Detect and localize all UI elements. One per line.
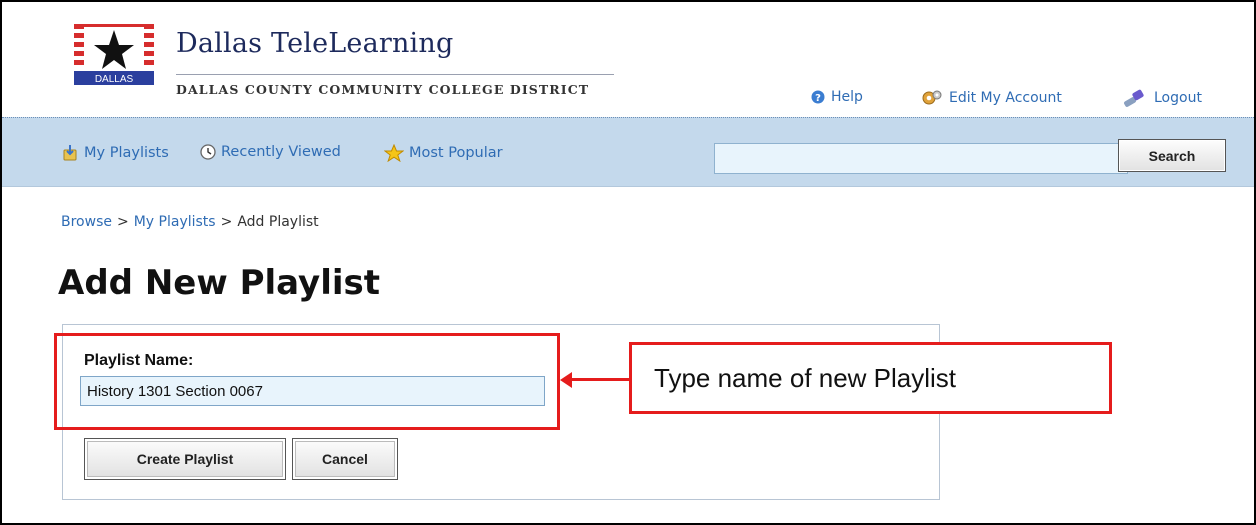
nav-recently-viewed-label: Recently Viewed xyxy=(221,144,341,160)
logout-link[interactable]: Logout xyxy=(1122,89,1202,107)
edit-account-label: Edit My Account xyxy=(949,90,1062,106)
search-input[interactable] xyxy=(714,143,1128,174)
nav-recently-viewed[interactable]: Recently Viewed xyxy=(200,144,341,160)
clock-icon xyxy=(200,144,216,160)
playlist-icon xyxy=(61,144,79,162)
create-playlist-button[interactable]: Create Playlist xyxy=(84,438,286,480)
breadcrumb-browse[interactable]: Browse xyxy=(61,214,112,230)
logout-label: Logout xyxy=(1154,90,1202,106)
dallas-logo: DALLAS xyxy=(74,24,154,85)
help-label: Help xyxy=(831,89,863,105)
breadcrumb-separator: > xyxy=(116,214,129,230)
breadcrumb-my-playlists[interactable]: My Playlists xyxy=(134,214,216,230)
annotation-arrow-head xyxy=(560,372,572,388)
nav-most-popular-label: Most Popular xyxy=(409,145,503,161)
star-icon xyxy=(384,144,404,162)
logo-text: DALLAS xyxy=(95,74,134,85)
annotation-callout: Type name of new Playlist xyxy=(629,342,1112,414)
annotation-highlight-box xyxy=(54,333,560,430)
brand-subtitle: DALLAS COUNTY COMMUNITY COLLEGE DISTRICT xyxy=(176,82,590,97)
help-link[interactable]: ? Help xyxy=(811,89,863,105)
search-button[interactable]: Search xyxy=(1118,139,1226,172)
brand-divider xyxy=(176,74,614,75)
breadcrumb-separator: > xyxy=(220,214,233,230)
plug-icon xyxy=(1122,89,1148,107)
help-icon: ? xyxy=(811,90,825,104)
page-title: Add New Playlist xyxy=(58,263,381,303)
nav-most-popular[interactable]: Most Popular xyxy=(384,144,503,162)
annotation-arrow-line xyxy=(570,378,629,381)
breadcrumb: Browse > My Playlists > Add Playlist xyxy=(61,214,319,230)
breadcrumb-current: Add Playlist xyxy=(237,214,319,230)
edit-account-link[interactable]: Edit My Account xyxy=(921,89,1062,107)
gears-icon xyxy=(921,89,943,107)
cancel-button[interactable]: Cancel xyxy=(292,438,398,480)
svg-text:?: ? xyxy=(815,93,821,104)
brand-title: Dallas TeleLearning xyxy=(176,28,454,59)
nav-my-playlists-label: My Playlists xyxy=(84,145,169,161)
nav-my-playlists[interactable]: My Playlists xyxy=(61,144,169,162)
